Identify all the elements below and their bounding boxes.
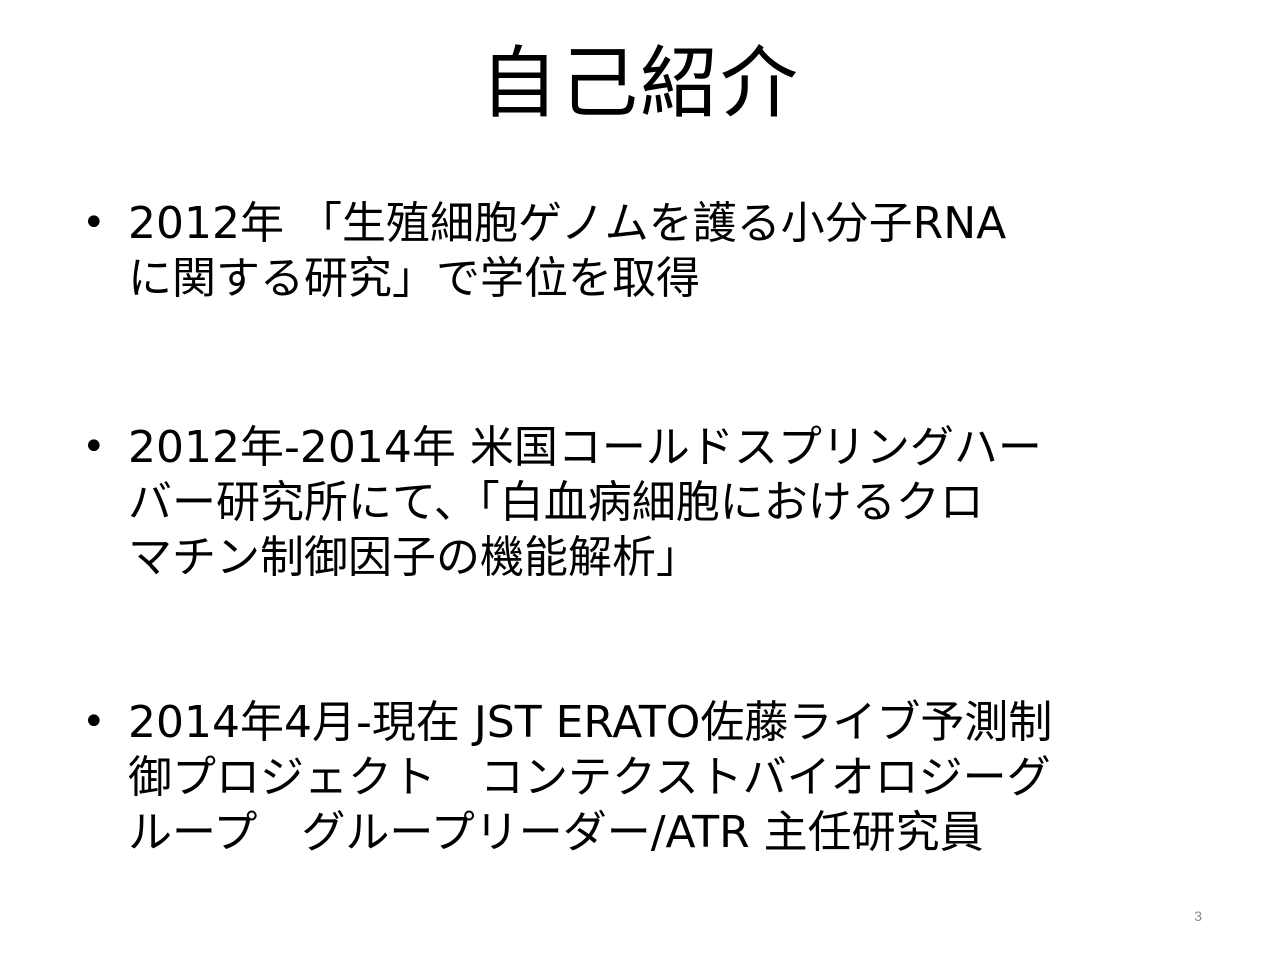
bullet-text-line: バー研究所にて、「白血病細胞におけるクロ [128,477,984,528]
bullet-text-line: 2012年 「生殖細胞ゲノムを護る小分子RNA [128,198,1007,249]
bullet-list: • 2012年 「生殖細胞ゲノムを護る小分子RNA に関する研究」で学位を取得 … [80,196,1220,860]
bullet-text-line: マチン制御因子の機能解析」 [128,532,700,583]
bullet-text-line: 2014年4月-現在 JST ERATO佐藤ライブ予測制 [128,697,1053,748]
bullet-text-line: 2012年-2014年 米国コールドスプリングハー [128,422,1042,473]
bullet-item: • 2012年 「生殖細胞ゲノムを護る小分子RNA に関する研究」で学位を取得 [80,196,1220,306]
slide-title: 自己紹介 [479,39,800,129]
page-number: 3 [1194,908,1202,924]
bullet-icon: • [82,200,106,246]
bullet-item: • 2014年4月-現在 JST ERATO佐藤ライブ予測制 御プロジェクト コ… [80,695,1220,860]
bullet-text-line: ループ グループリーダー/ATR 主任研究員 [128,807,984,858]
bullet-text-line: 御プロジェクト コンテクストバイオロジーグ [128,752,1051,803]
slide: 自己紹介 • 2012年 「生殖細胞ゲノムを護る小分子RNA に関する研究」で学… [0,0,1280,960]
bullet-icon: • [82,424,106,470]
bullet-item: • 2012年-2014年 米国コールドスプリングハー バー研究所にて、「白血病… [80,420,1220,585]
bullet-text-line: に関する研究」で学位を取得 [128,253,700,304]
bullet-icon: • [82,699,106,745]
